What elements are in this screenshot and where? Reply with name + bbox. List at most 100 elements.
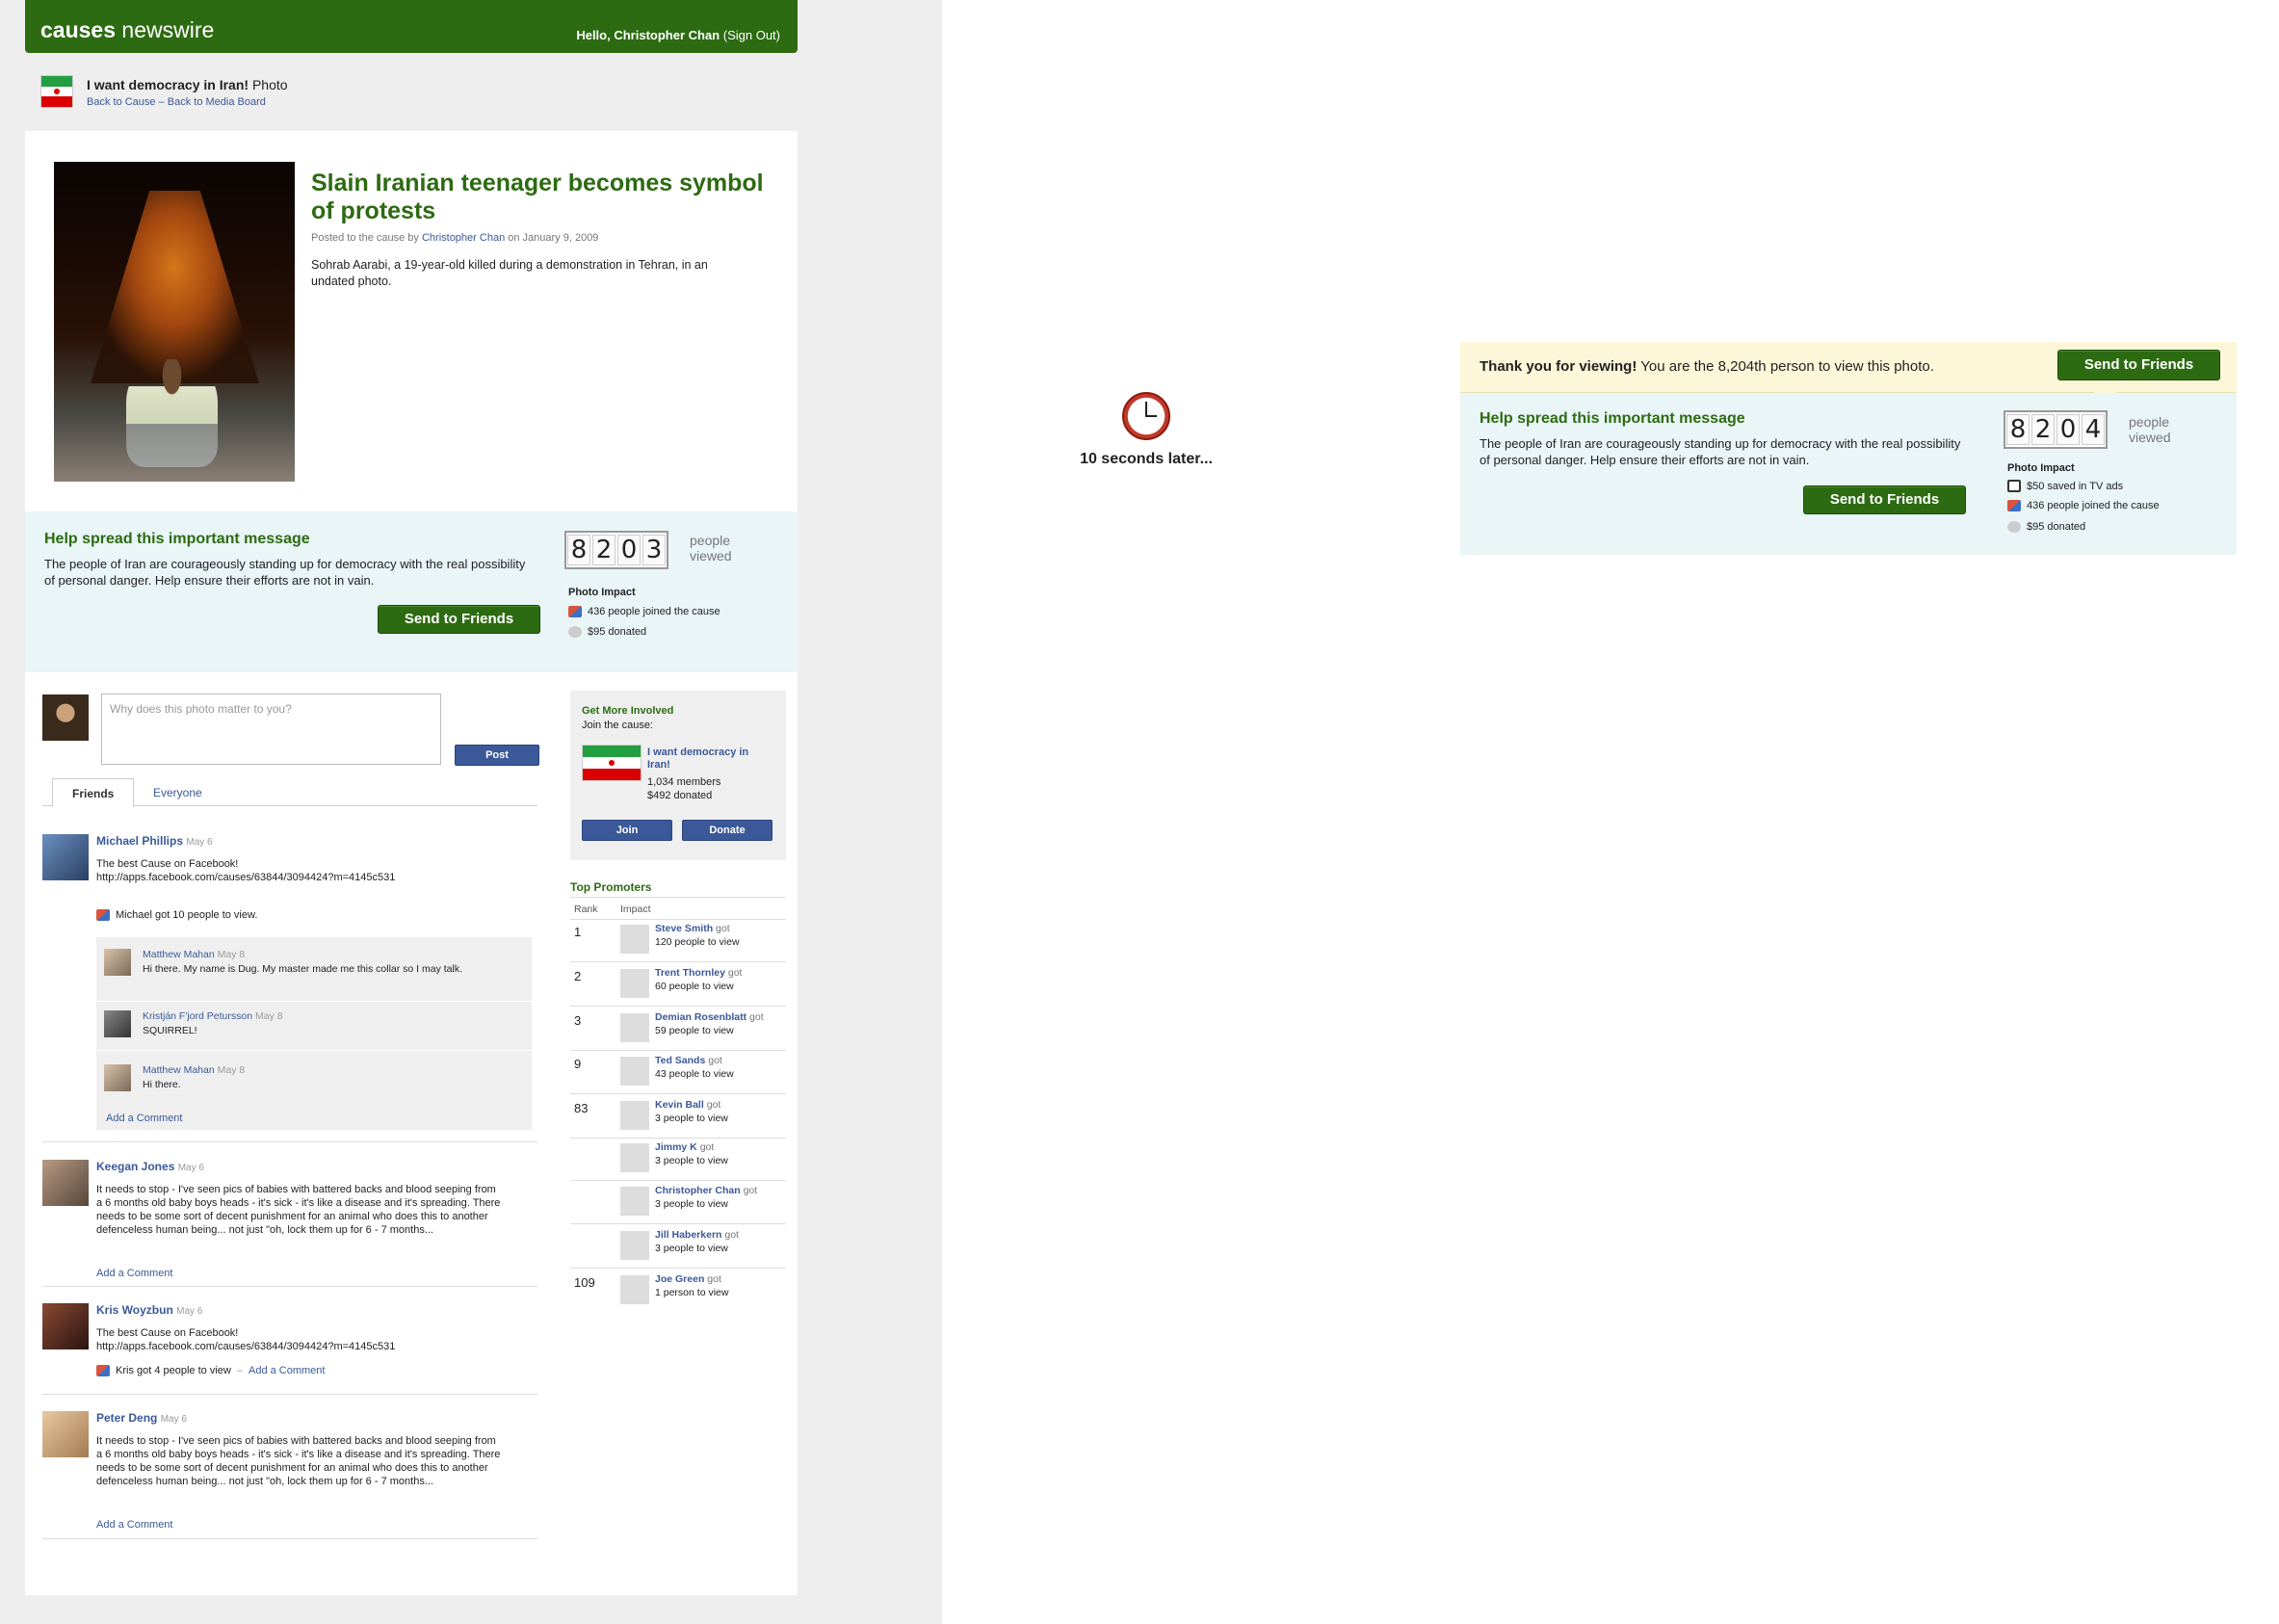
avatar[interactable] — [620, 969, 649, 998]
people-icon — [96, 909, 110, 921]
add-comment-link[interactable]: Add a Comment — [96, 1519, 172, 1531]
tab-everyone[interactable]: Everyone — [134, 778, 222, 805]
spread-body: The people of Iran are courageously stan… — [44, 557, 526, 588]
post-author-name: Michael Phillips — [96, 834, 184, 848]
post-author-name: Keegan Jones — [96, 1160, 175, 1173]
divider — [570, 1050, 786, 1051]
add-comment-link[interactable]: Add a Comment — [106, 1113, 182, 1124]
promoter-name[interactable]: Joe Green got — [655, 1273, 721, 1285]
divider — [570, 1093, 786, 1094]
avatar[interactable] — [620, 1231, 649, 1260]
promoter-name[interactable]: Kevin Ball got — [655, 1099, 720, 1111]
counter-digit: 2 — [592, 535, 616, 565]
impact-tv-text: $50 saved in TV ads — [2027, 480, 2124, 492]
post-author[interactable]: Michael Phillips May 6 — [96, 834, 213, 848]
reply-author-name: Kristján F'jord Petursson — [143, 1010, 253, 1022]
promoter-rank: 109 — [574, 1275, 595, 1290]
post-author-name: Kris Woyzbun — [96, 1303, 173, 1317]
impact-donated: $95 donated — [2007, 521, 2085, 533]
cause-name[interactable]: I want democracy in Iran! — [87, 77, 249, 92]
time-transition-label: 10 seconds later... — [1080, 451, 1213, 467]
reply-date: May 8 — [217, 1064, 246, 1076]
photo-impact-title: Photo Impact — [568, 587, 636, 598]
add-comment-link[interactable]: Add a Comment — [96, 1268, 172, 1279]
cause-name-link[interactable]: I want democracy in Iran! — [647, 747, 773, 772]
avatar[interactable] — [620, 1187, 649, 1216]
posted-date: on January 9, 2009 — [505, 232, 599, 244]
site-header: causes newswire Hello, Christopher Chan … — [25, 0, 798, 53]
spread-heading: Help spread this important message — [44, 531, 310, 547]
send-to-friends-button[interactable]: Send to Friends — [2057, 350, 2220, 380]
main-card: Slain Iranian teenager becomes symbol of… — [25, 131, 798, 1595]
back-to-cause-link[interactable]: Back to Cause — [87, 96, 156, 108]
post-body: The best Cause on Facebook! http://apps.… — [96, 1327, 396, 1352]
promoter-name[interactable]: Jill Haberkern got — [655, 1229, 739, 1241]
divider — [570, 1006, 786, 1007]
notice-rest: You are the 8,204th person to view this … — [1637, 358, 1934, 375]
post-body: It needs to stop - I've seen pics of bab… — [96, 1435, 501, 1487]
promoter-name[interactable]: Jimmy K got — [655, 1141, 714, 1153]
promoter-name-text: Joe Green — [655, 1273, 705, 1285]
divider — [570, 1223, 786, 1224]
send-to-friends-button[interactable]: Send to Friends — [1803, 485, 1966, 514]
avatar[interactable] — [620, 1275, 649, 1304]
avatar[interactable] — [42, 834, 89, 880]
back-to-media-board-link[interactable]: Back to Media Board — [168, 96, 266, 108]
azadi-tower-shape — [91, 191, 259, 383]
promoter-got: got — [703, 1099, 721, 1111]
promoter-name[interactable]: Demian Rosenblatt got — [655, 1011, 764, 1023]
promoter-rank: 9 — [574, 1057, 582, 1071]
logo-suffix: newswire — [116, 17, 215, 42]
cause-bar: I want democracy in Iran! Photo Back to … — [40, 75, 792, 114]
sign-out-link[interactable]: (Sign Out) — [723, 28, 780, 42]
post-author[interactable]: Peter Deng May 6 — [96, 1411, 187, 1425]
promoter-got: got — [740, 1185, 758, 1196]
post-author[interactable]: Keegan Jones May 6 — [96, 1160, 204, 1173]
avatar[interactable] — [620, 1101, 649, 1130]
post-date: May 6 — [177, 1163, 204, 1173]
avatar[interactable] — [42, 1160, 89, 1206]
avatar[interactable] — [620, 925, 649, 954]
promoter-name[interactable]: Steve Smith got — [655, 923, 730, 934]
reply-author[interactable]: Matthew Mahan May 8 — [143, 949, 245, 960]
promoter-name-text: Ted Sands — [655, 1055, 706, 1066]
promoter-name[interactable]: Christopher Chan got — [655, 1185, 757, 1196]
promoter-name[interactable]: Ted Sands got — [655, 1055, 722, 1066]
notice-bold: Thank you for viewing! — [1480, 358, 1637, 375]
author-link[interactable]: Christopher Chan — [422, 232, 505, 244]
reply-author[interactable]: Kristján F'jord Petursson May 8 — [143, 1010, 283, 1022]
avatar[interactable] — [620, 1057, 649, 1086]
cause-title: I want democracy in Iran! Photo — [87, 77, 288, 92]
post-date: May 6 — [176, 1306, 203, 1317]
avatar[interactable] — [620, 1013, 649, 1042]
promoter-impact: 3 people to view — [655, 1113, 728, 1124]
promoter-impact: 60 people to view — [655, 981, 734, 992]
comment-input[interactable]: Why does this photo matter to you? — [101, 694, 441, 765]
tab-friends[interactable]: Friends — [52, 778, 135, 807]
iran-flag-icon[interactable] — [582, 745, 642, 781]
post-author[interactable]: Kris Woyzbun May 6 — [96, 1303, 202, 1317]
reply-author[interactable]: Matthew Mahan May 8 — [143, 1064, 245, 1076]
site-logo[interactable]: causes newswire — [40, 17, 214, 43]
avatar[interactable] — [104, 1064, 131, 1091]
avatar[interactable] — [104, 1010, 131, 1037]
member-count: 1,034 members — [647, 776, 721, 788]
add-comment-link[interactable]: Add a Comment — [249, 1365, 325, 1376]
join-button[interactable]: Join — [582, 820, 672, 841]
impact-donated: $95 donated — [568, 626, 646, 638]
cause-nav: Back to Cause – Back to Media Board — [87, 96, 266, 108]
avatar[interactable] — [104, 949, 131, 976]
promoter-name[interactable]: Trent Thornley got — [655, 967, 742, 979]
promoter-got: got — [724, 967, 743, 979]
avatar[interactable] — [42, 1411, 89, 1457]
divider — [42, 1538, 537, 1539]
spread-message-section: Help spread this important message The p… — [25, 511, 798, 672]
avatar[interactable] — [42, 1303, 89, 1349]
article-photo[interactable] — [54, 162, 295, 482]
post-button[interactable]: Post — [455, 745, 539, 766]
avatar[interactable] — [620, 1143, 649, 1172]
clock-icon — [1122, 392, 1170, 440]
post-meta: Kris got 4 people to view – Add a Commen… — [96, 1365, 325, 1376]
send-to-friends-button[interactable]: Send to Friends — [378, 605, 540, 634]
donate-button[interactable]: Donate — [682, 820, 773, 841]
